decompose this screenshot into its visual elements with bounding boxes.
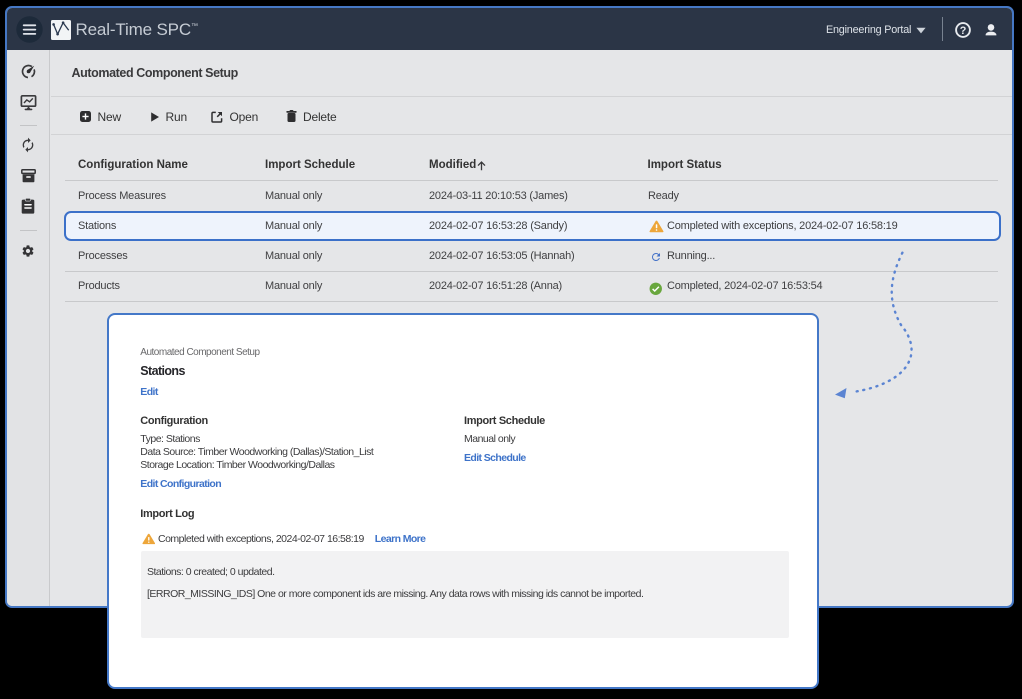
svg-text:?: ?	[960, 24, 967, 36]
